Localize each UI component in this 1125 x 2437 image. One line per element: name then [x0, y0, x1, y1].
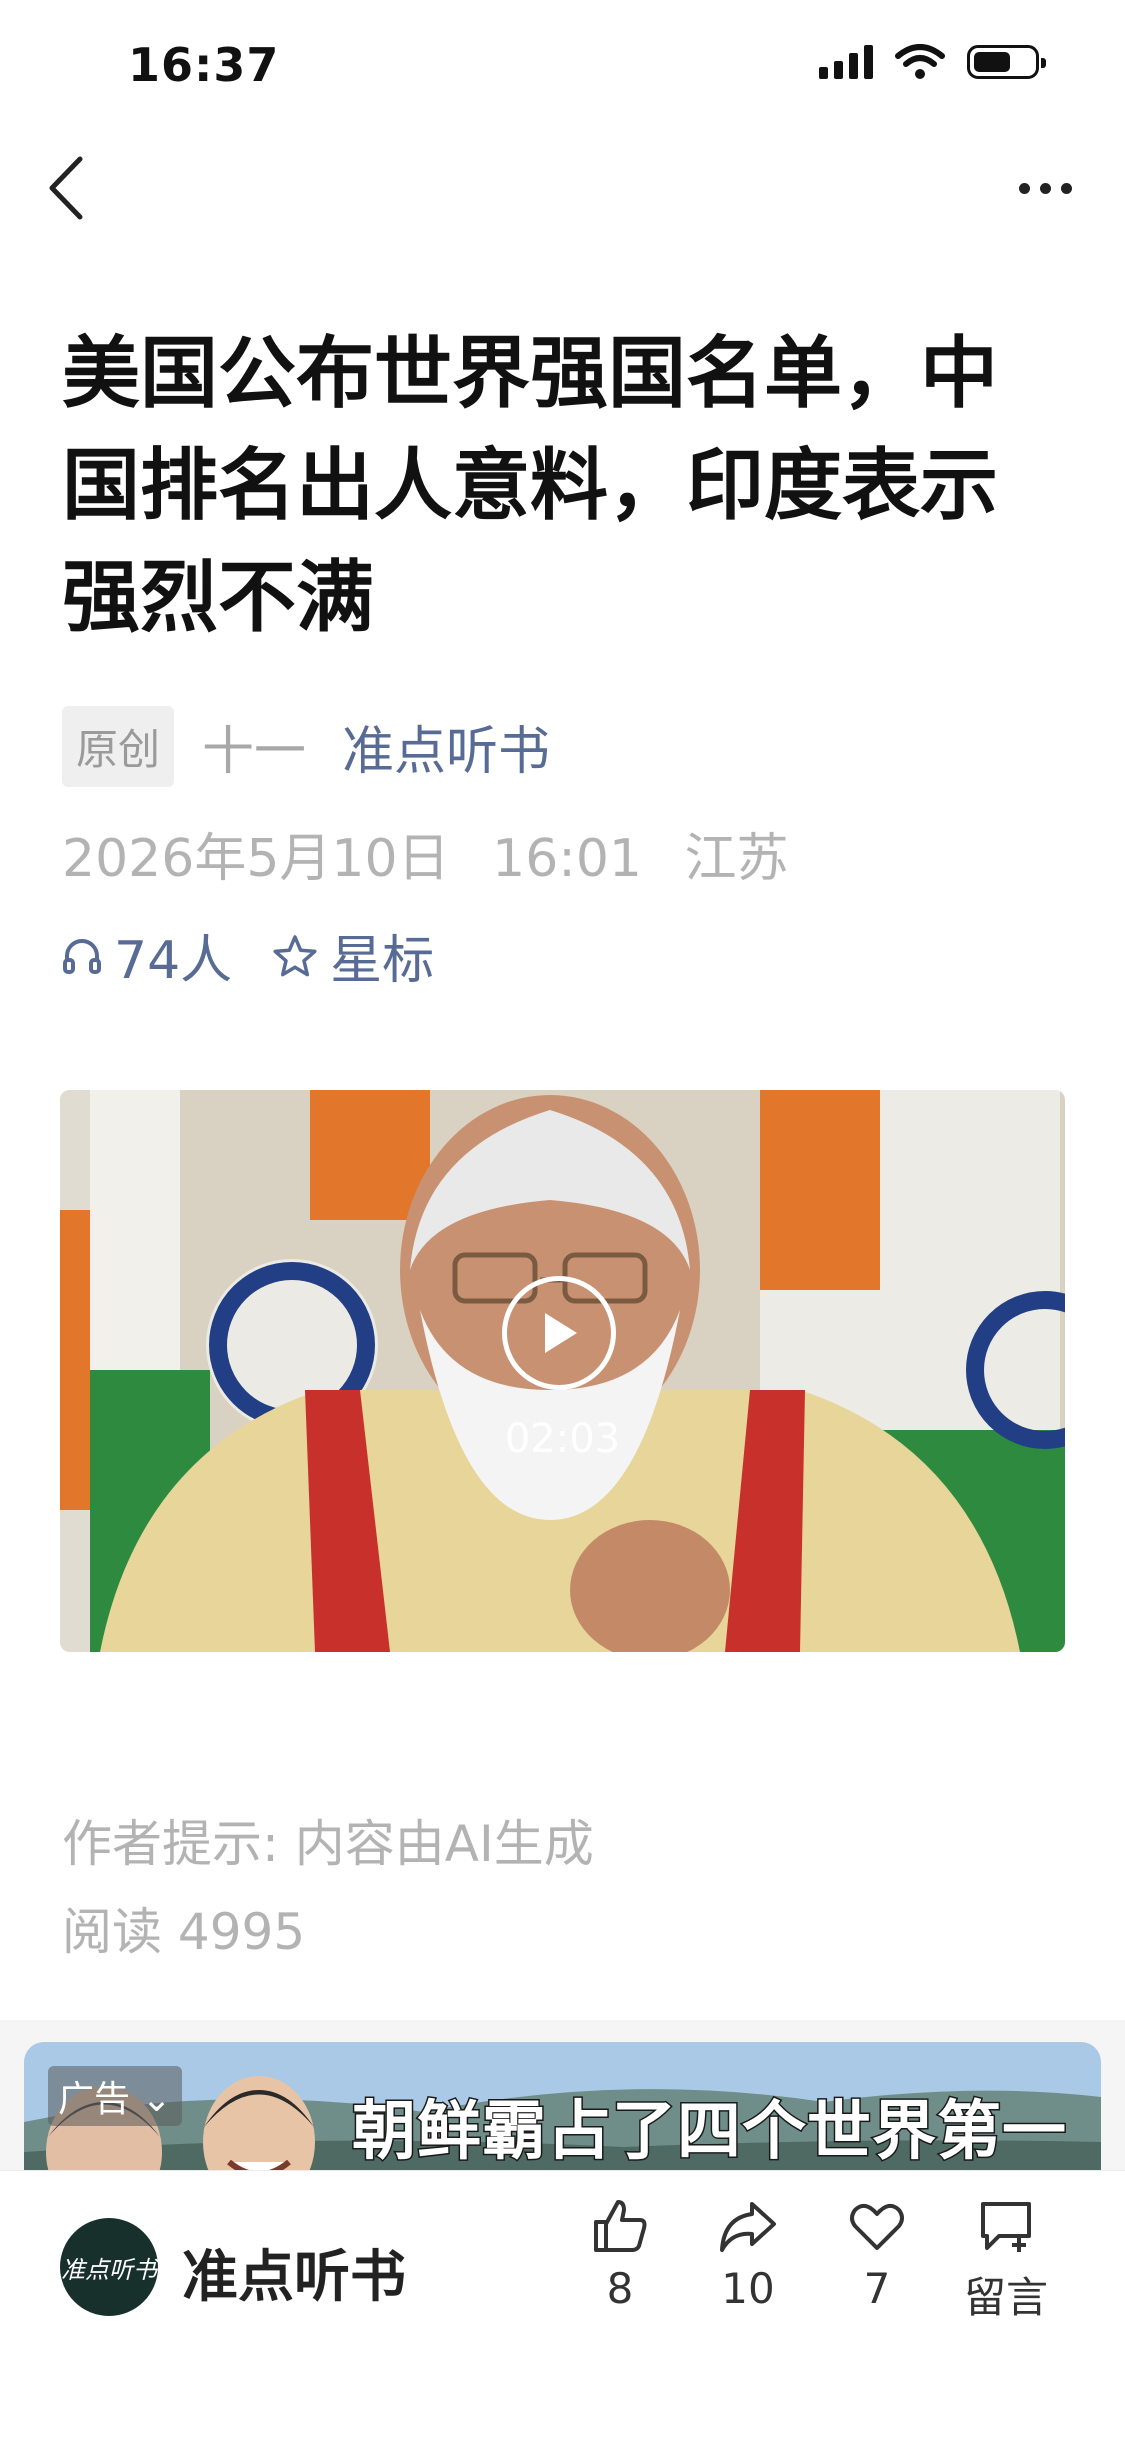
star-button[interactable]: 星标 — [272, 918, 434, 993]
article-title: 美国公布世界强国名单，中国排名出人意料，印度表示强烈不满 — [62, 329, 999, 643]
read-count: 阅读 4995 — [62, 1903, 306, 1961]
play-button[interactable] — [502, 1276, 616, 1390]
share-icon — [720, 2202, 776, 2252]
video-player[interactable]: 02:03 — [60, 1090, 1065, 1652]
headphones-icon — [63, 938, 101, 974]
like-button[interactable]: 8 — [565, 2196, 675, 2313]
status-icons — [819, 44, 1046, 80]
chevron-down-icon: ⌄ — [130, 2079, 172, 2120]
ad-headline: 朝鲜霸占了四个世界第一 — [351, 2094, 1068, 2171]
author-name: 十一 — [202, 722, 307, 782]
article-meta: 原创 十一 准点听书 — [62, 706, 550, 787]
ad-label[interactable]: 广告 ⌄ — [48, 2066, 182, 2126]
status-time: 16:37 — [128, 38, 280, 92]
publish-date: 2026年5月10日 — [62, 829, 450, 889]
listen-button[interactable]: 74人 — [62, 918, 232, 993]
like-count: 8 — [606, 2264, 634, 2313]
star-label: 星标 — [330, 931, 435, 991]
listen-row: 74人 星标 — [62, 918, 434, 993]
wifi-icon — [895, 44, 945, 79]
ad-label-text: 广告 — [58, 2079, 131, 2120]
account-avatar[interactable]: 准点听书 — [60, 2218, 158, 2316]
account-link[interactable]: 准点听书 — [342, 709, 550, 784]
more-dots-icon — [1018, 182, 1030, 194]
more-options-button[interactable] — [1005, 160, 1085, 216]
back-button[interactable] — [36, 148, 96, 228]
battery-icon — [967, 45, 1046, 79]
comment-icon — [981, 2202, 1031, 2252]
ai-notice: 作者提示: 内容由AI生成 — [62, 1815, 594, 1873]
star-icon — [273, 934, 317, 976]
thumbs-up-icon — [594, 2200, 647, 2252]
heart-icon — [850, 2203, 904, 2250]
ad-banner[interactable]: 广告 ⌄ 朝鲜霸占了四个世界第一 — [24, 2042, 1101, 2182]
comment-label: 留言 — [963, 2273, 1048, 2322]
original-badge: 原创 — [62, 706, 175, 787]
publish-time: 16:01 — [492, 829, 642, 889]
favorite-button[interactable]: 7 — [822, 2196, 932, 2313]
publish-location: 江苏 — [684, 829, 789, 889]
signal-icon — [819, 45, 873, 79]
bottom-account-name[interactable]: 准点听书 — [182, 2232, 406, 2313]
chevron-left-icon — [49, 156, 83, 220]
share-count: 10 — [721, 2264, 775, 2313]
listener-count: 74人 — [114, 931, 233, 991]
share-button[interactable]: 10 — [693, 2196, 803, 2313]
comment-button[interactable]: 留言 — [951, 2196, 1061, 2325]
publish-info: 2026年5月10日 16:01 江苏 — [62, 816, 815, 891]
favorite-count: 7 — [863, 2264, 891, 2313]
video-duration: 02:03 — [504, 1416, 621, 1462]
play-icon — [545, 1313, 577, 1353]
